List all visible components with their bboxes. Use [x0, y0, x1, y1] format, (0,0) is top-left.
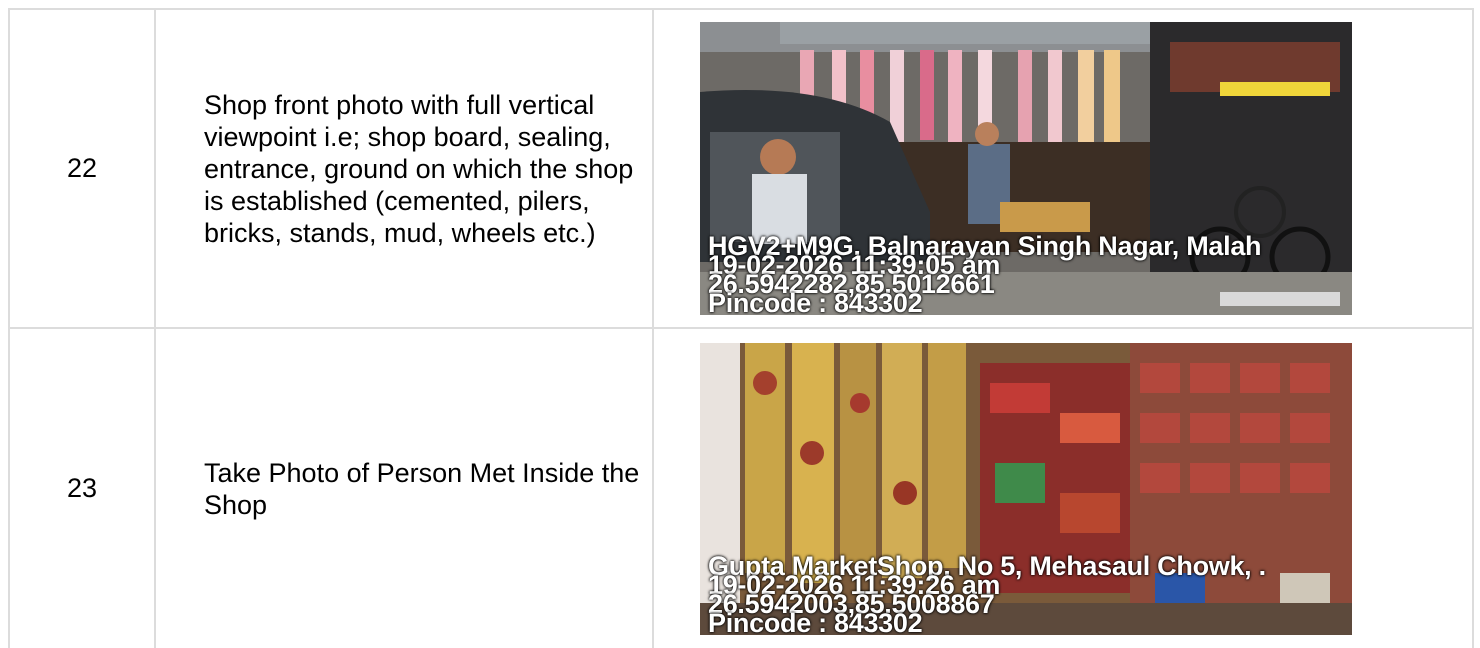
- row-number: 23: [8, 327, 156, 648]
- row-description: Shop front photo with full vertical view…: [154, 8, 654, 329]
- table-row: 23 Take Photo of Person Met Inside the S…: [8, 327, 1474, 648]
- row-description: Take Photo of Person Met Inside the Shop: [154, 327, 654, 648]
- verification-table: 22 Shop front photo with full vertical v…: [8, 8, 1474, 648]
- photo-cell: HGV2+M9G, Balnarayan Singh Nagar, Malah …: [652, 8, 1474, 329]
- photo-cell: Gupta MarketShop, No 5, Mehasaul Chowk, …: [652, 327, 1474, 648]
- row-number: 22: [8, 8, 156, 329]
- shop-interior-photo: Gupta MarketShop, No 5, Mehasaul Chowk, …: [700, 342, 1352, 635]
- table-row: 22 Shop front photo with full vertical v…: [8, 8, 1474, 329]
- geotag-stamp: HGV2+M9G, Balnarayan Singh Nagar, Malah …: [708, 233, 1262, 316]
- shop-front-photo: HGV2+M9G, Balnarayan Singh Nagar, Malah …: [700, 22, 1352, 315]
- geotag-stamp: Gupta MarketShop, No 5, Mehasaul Chowk, …: [708, 552, 1266, 635]
